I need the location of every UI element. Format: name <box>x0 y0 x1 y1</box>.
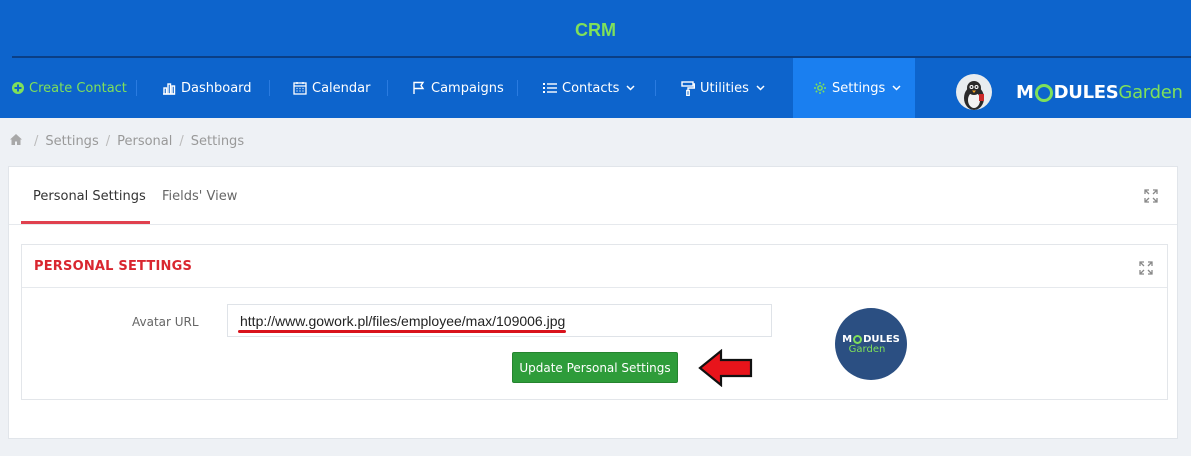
user-avatar[interactable] <box>956 74 992 110</box>
expand-icon[interactable] <box>1139 261 1153 275</box>
nav-label: Settings <box>832 80 886 96</box>
nav-contacts[interactable]: Contacts <box>543 58 635 118</box>
chevron-down-icon <box>756 85 765 91</box>
nav-create-contact[interactable]: Create Contact <box>12 58 127 118</box>
nav-divider <box>655 80 656 96</box>
nav-utilities[interactable]: Utilities <box>681 58 765 118</box>
chevron-down-icon <box>626 85 635 91</box>
tab-personal-settings[interactable]: Personal Settings <box>33 167 146 225</box>
nav-divider <box>387 80 388 96</box>
nav-label: Create Contact <box>29 80 127 96</box>
nav-divider <box>136 80 137 96</box>
nav-label: Dashboard <box>181 80 252 96</box>
nav-label: Utilities <box>700 80 749 96</box>
breadcrumb-item: Settings <box>190 133 245 149</box>
nav-campaigns[interactable]: Campaigns <box>412 58 504 118</box>
update-personal-settings-button[interactable]: Update Personal Settings <box>512 352 678 383</box>
chevron-down-icon <box>892 85 901 91</box>
flag-icon <box>412 81 426 95</box>
avatar-url-label: Avatar URL <box>132 315 199 329</box>
calendar-icon <box>293 81 307 95</box>
brand-logo: M DULES Garden <box>1016 81 1183 103</box>
nav-dashboard[interactable]: Dashboard <box>162 58 252 118</box>
plus-circle-icon <box>12 82 24 94</box>
nav-divider <box>269 80 270 96</box>
gear-icon <box>813 81 827 95</box>
settings-card: Personal Settings Fields' View PERSONAL … <box>8 166 1178 439</box>
expand-icon[interactable] <box>1144 189 1158 203</box>
pointer-arrow-icon <box>698 348 754 392</box>
tab-fields-view[interactable]: Fields' View <box>162 167 237 225</box>
bar-chart-icon <box>162 82 176 95</box>
home-icon[interactable] <box>10 133 22 149</box>
panel-header: PERSONAL SETTINGS <box>22 245 1167 288</box>
app-title: CRM <box>575 20 616 40</box>
nav-settings[interactable]: Settings <box>793 58 915 118</box>
paint-roller-icon <box>681 80 695 96</box>
nav-label: Campaigns <box>431 80 504 96</box>
active-tab-indicator <box>21 221 150 224</box>
nav-label: Contacts <box>562 80 620 96</box>
highlight-underline <box>238 330 566 333</box>
panel-title: PERSONAL SETTINGS <box>34 259 193 274</box>
nav-calendar[interactable]: Calendar <box>293 58 370 118</box>
brand-o-ring <box>1034 84 1053 102</box>
breadcrumb-item[interactable]: Settings <box>45 134 98 149</box>
personal-settings-panel: PERSONAL SETTINGS Avatar URL http://www.… <box>21 244 1168 400</box>
list-icon <box>543 82 557 94</box>
nav-divider <box>517 80 518 96</box>
main-nav: Create Contact Dashboard Calendar Campai… <box>0 58 1191 118</box>
breadcrumb: / Settings / Personal / Settings <box>10 133 244 149</box>
avatar-preview: M DULES Garden <box>835 308 907 380</box>
top-header: CRM Create Contact Dashboard Calendar Ca… <box>0 0 1191 118</box>
tab-bar: Personal Settings Fields' View <box>9 167 1177 225</box>
nav-label: Calendar <box>312 80 371 96</box>
breadcrumb-item[interactable]: Personal <box>117 134 172 149</box>
